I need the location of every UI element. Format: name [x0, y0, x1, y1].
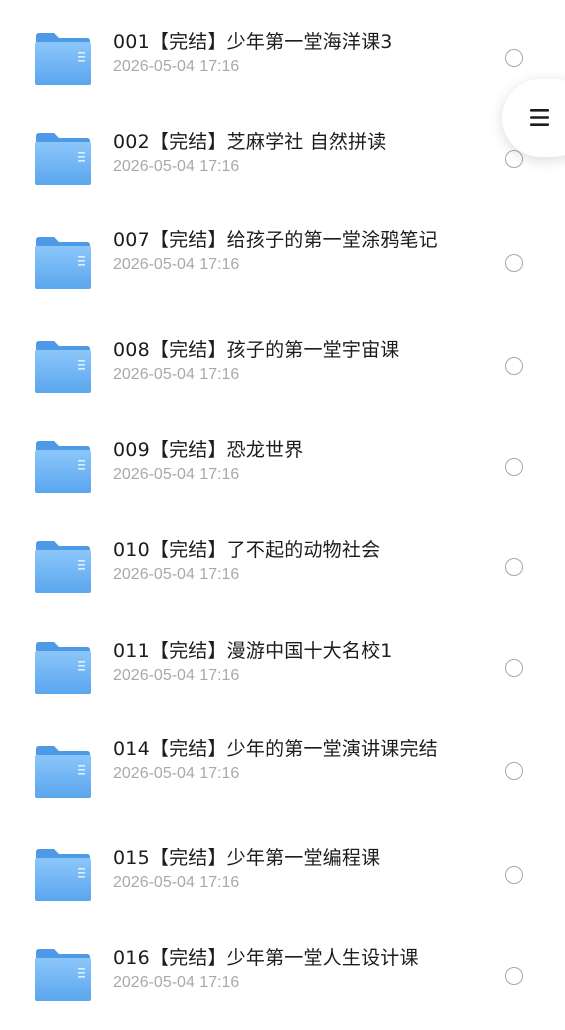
- list-item[interactable]: 002【完结】芝麻学社 自然拼读 2026-05-04 17:16: [0, 118, 565, 214]
- list-item[interactable]: 007【完结】给孩子的第一堂涂鸦笔记 2026-05-04 17:16: [0, 218, 565, 318]
- item-name: 008【完结】孩子的第一堂宇宙课: [113, 339, 400, 361]
- folder-icon: [34, 132, 92, 186]
- item-date: 2026-05-04 17:16: [113, 366, 240, 383]
- list-item[interactable]: 008【完结】孩子的第一堂宇宙课 2026-05-04 17:16: [0, 326, 565, 422]
- select-radio[interactable]: [505, 357, 523, 375]
- list-item[interactable]: 016【完结】少年第一堂人生设计课 2026-05-04 17:16: [0, 934, 565, 1030]
- select-radio[interactable]: [505, 458, 523, 476]
- item-text: 008【完结】孩子的第一堂宇宙课 2026-05-04 17:16: [113, 338, 443, 386]
- item-date: 2026-05-04 17:16: [113, 765, 240, 782]
- item-text: 016【完结】少年第一堂人生设计课 2026-05-04 17:16: [113, 946, 443, 994]
- item-name: 010【完结】了不起的动物社会: [113, 539, 381, 561]
- select-radio[interactable]: [505, 866, 523, 884]
- item-text: 009【完结】恐龙世界 2026-05-04 17:16: [113, 438, 443, 486]
- select-radio[interactable]: [505, 49, 523, 67]
- item-text: 011【完结】漫游中国十大名校1 2026-05-04 17:16: [113, 639, 443, 687]
- select-radio[interactable]: [505, 659, 523, 677]
- list-item[interactable]: 010【完结】了不起的动物社会 2026-05-04 17:16: [0, 526, 565, 622]
- item-date: 2026-05-04 17:16: [113, 256, 240, 273]
- item-date: 2026-05-04 17:16: [113, 58, 240, 75]
- folder-icon: [34, 848, 92, 902]
- select-radio[interactable]: [505, 558, 523, 576]
- item-date: 2026-05-04 17:16: [113, 466, 240, 483]
- select-radio[interactable]: [505, 967, 523, 985]
- folder-icon: [34, 540, 92, 594]
- folder-icon: [34, 641, 92, 695]
- select-radio[interactable]: [505, 762, 523, 780]
- select-radio[interactable]: [505, 254, 523, 272]
- item-text: 014【完结】少年的第一堂演讲课完结 2026-05-04 17:16: [113, 737, 443, 785]
- folder-icon: [34, 32, 92, 86]
- item-text: 007【完结】给孩子的第一堂涂鸦笔记 2026-05-04 17:16: [113, 228, 443, 276]
- item-text: 002【完结】芝麻学社 自然拼读 2026-05-04 17:16: [113, 130, 443, 178]
- folder-icon: [34, 236, 92, 290]
- item-date: 2026-05-04 17:16: [113, 974, 240, 991]
- list-item[interactable]: 015【完结】少年第一堂编程课 2026-05-04 17:16: [0, 834, 565, 930]
- list-item[interactable]: 001【完结】少年第一堂海洋课3 2026-05-04 17:16: [0, 18, 565, 114]
- item-date: 2026-05-04 17:16: [113, 667, 240, 684]
- item-text: 010【完结】了不起的动物社会 2026-05-04 17:16: [113, 538, 443, 586]
- select-radio[interactable]: [505, 150, 523, 168]
- item-name: 001【完结】少年第一堂海洋课3: [113, 31, 393, 53]
- item-name: 002【完结】芝麻学社 自然拼读: [113, 131, 387, 153]
- list-item[interactable]: 011【完结】漫游中国十大名校1 2026-05-04 17:16: [0, 627, 565, 723]
- folder-icon: [34, 745, 92, 799]
- item-date: 2026-05-04 17:16: [113, 158, 240, 175]
- folder-icon: [34, 340, 92, 394]
- item-name: 014【完结】少年的第一堂演讲课完结: [113, 738, 438, 760]
- item-name: 011【完结】漫游中国十大名校1: [113, 640, 393, 662]
- folder-icon: [34, 948, 92, 1002]
- menu-icon: [530, 109, 549, 126]
- folder-icon: [34, 440, 92, 494]
- item-text: 001【完结】少年第一堂海洋课3 2026-05-04 17:16: [113, 30, 443, 78]
- item-name: 007【完结】给孩子的第一堂涂鸦笔记: [113, 229, 438, 251]
- item-date: 2026-05-04 17:16: [113, 874, 240, 891]
- list-item[interactable]: 009【完结】恐龙世界 2026-05-04 17:16: [0, 426, 565, 522]
- item-name: 009【完结】恐龙世界: [113, 439, 304, 461]
- list-item[interactable]: 014【完结】少年的第一堂演讲课完结 2026-05-04 17:16: [0, 727, 565, 827]
- item-name: 015【完结】少年第一堂编程课: [113, 847, 381, 869]
- item-text: 015【完结】少年第一堂编程课 2026-05-04 17:16: [113, 846, 443, 894]
- item-date: 2026-05-04 17:16: [113, 566, 240, 583]
- item-name: 016【完结】少年第一堂人生设计课: [113, 947, 419, 969]
